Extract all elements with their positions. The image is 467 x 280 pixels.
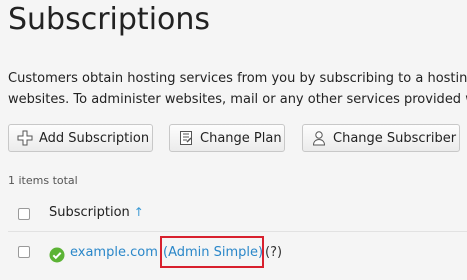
row-checkbox[interactable] <box>18 246 30 258</box>
description-line-2: websites. To administer websites, mail o… <box>8 92 467 107</box>
column-header-label: Subscription <box>49 205 130 220</box>
status-ok-icon <box>49 247 65 263</box>
items-total: 1 items total <box>8 174 78 187</box>
description-line-1: Customers obtain hosting services from y… <box>8 71 467 86</box>
add-icon <box>17 130 33 146</box>
add-subscription-button[interactable]: Add Subscription <box>8 124 153 152</box>
change-plan-button[interactable]: Change Plan <box>169 124 285 152</box>
plan-link[interactable]: (Admin Simple) <box>163 245 263 260</box>
domain-link[interactable]: example.com <box>70 245 158 260</box>
change-plan-label: Change Plan <box>200 130 282 146</box>
page-title: Subscriptions <box>8 2 211 37</box>
select-all-checkbox[interactable] <box>18 208 30 220</box>
user-icon <box>311 130 327 146</box>
sort-ascending-icon: ↑ <box>133 205 144 219</box>
add-subscription-label: Add Subscription <box>39 130 150 146</box>
plan-name[interactable]: (Admin Simple) <box>163 244 263 262</box>
change-subscriber-label: Change Subscriber <box>333 130 457 146</box>
column-header-subscription[interactable]: Subscription ↑ <box>49 205 144 220</box>
change-subscriber-button[interactable]: Change Subscriber <box>302 124 460 152</box>
help-link[interactable]: (?) <box>265 244 282 262</box>
page-description: Customers obtain hosting services from y… <box>8 68 467 110</box>
subscription-domain[interactable]: example.com <box>70 244 158 262</box>
change-plan-icon <box>178 130 194 146</box>
